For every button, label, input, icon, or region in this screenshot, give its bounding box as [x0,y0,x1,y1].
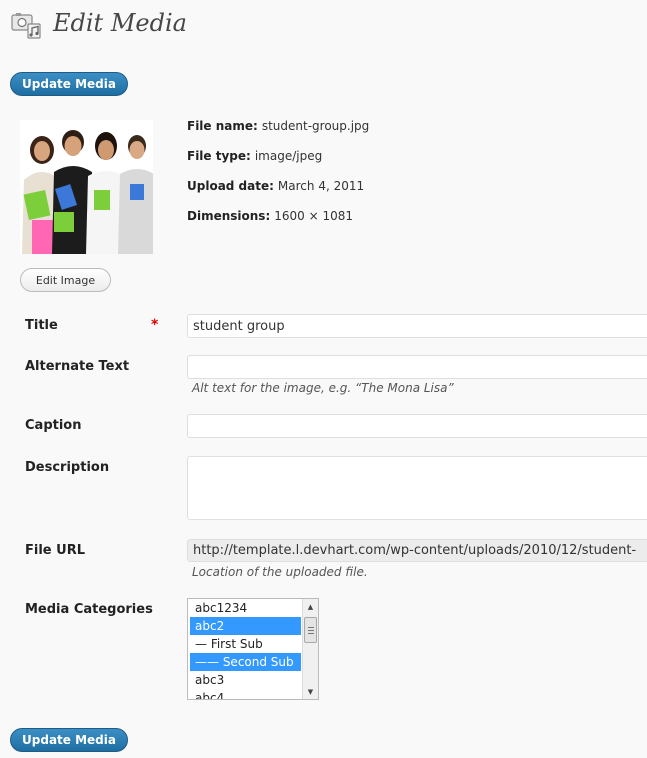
meta-label: Upload date: [187,179,274,193]
caption-input[interactable] [187,414,647,438]
file-url-field[interactable]: http://template.l.devhart.com/wp-content… [187,539,647,562]
page-title: Edit Media [53,9,187,37]
list-option[interactable]: — First Sub [190,635,301,653]
media-thumbnail [20,120,153,254]
meta-dimensions: Dimensions: 1600 × 1081 [187,209,369,239]
scroll-thumb[interactable] [304,617,317,643]
meta-label: File type: [187,149,251,163]
list-option[interactable]: abc3 [190,671,301,689]
list-option[interactable]: abc4 [190,689,301,699]
meta-upload-date: Upload date: March 4, 2011 [187,179,369,209]
caption-label: Caption [25,418,82,433]
meta-value: image/jpeg [254,149,323,163]
media-categories-label: Media Categories [25,602,153,617]
list-option[interactable]: abc1234 [190,599,301,617]
meta-label: Dimensions: [187,209,271,223]
alt-text-help: Alt text for the image, e.g. “The Mona L… [192,381,454,395]
edit-media-page: Edit Media Update Media File name: studen… [0,0,647,758]
alt-text-input[interactable] [187,355,647,379]
listbox-scrollbar[interactable]: ▲ ▼ [302,599,318,699]
meta-file-type: File type: image/jpeg [187,149,369,179]
meta-label: File name: [187,119,258,133]
file-url-label: File URL [25,543,85,558]
scroll-down-arrow-icon[interactable]: ▼ [303,684,318,699]
update-media-button-top[interactable]: Update Media [10,72,128,96]
media-categories-listbox[interactable]: abc1234 abc2 — First Sub —— Second Sub a… [187,598,319,700]
meta-file-name: File name: student-group.jpg [187,119,369,149]
file-url-help: Location of the uploaded file. [192,565,368,579]
file-meta: File name: student-group.jpg File type: im… [187,119,369,239]
required-indicator: * [151,317,159,333]
title-label: Title [25,318,58,333]
list-option[interactable]: —— Second Sub [190,653,301,671]
scroll-up-arrow-icon[interactable]: ▲ [303,599,318,614]
alt-text-label: Alternate Text [25,359,130,374]
media-icon [11,13,41,39]
meta-value: 1600 × 1081 [274,209,354,223]
description-label: Description [25,460,110,475]
description-textarea[interactable] [187,456,647,520]
edit-image-button[interactable]: Edit Image [20,268,111,292]
update-media-button-bottom[interactable]: Update Media [10,728,128,752]
title-input[interactable] [187,314,647,338]
meta-value: student-group.jpg [261,119,370,133]
list-option[interactable]: abc2 [190,617,301,635]
meta-value: March 4, 2011 [277,179,365,193]
